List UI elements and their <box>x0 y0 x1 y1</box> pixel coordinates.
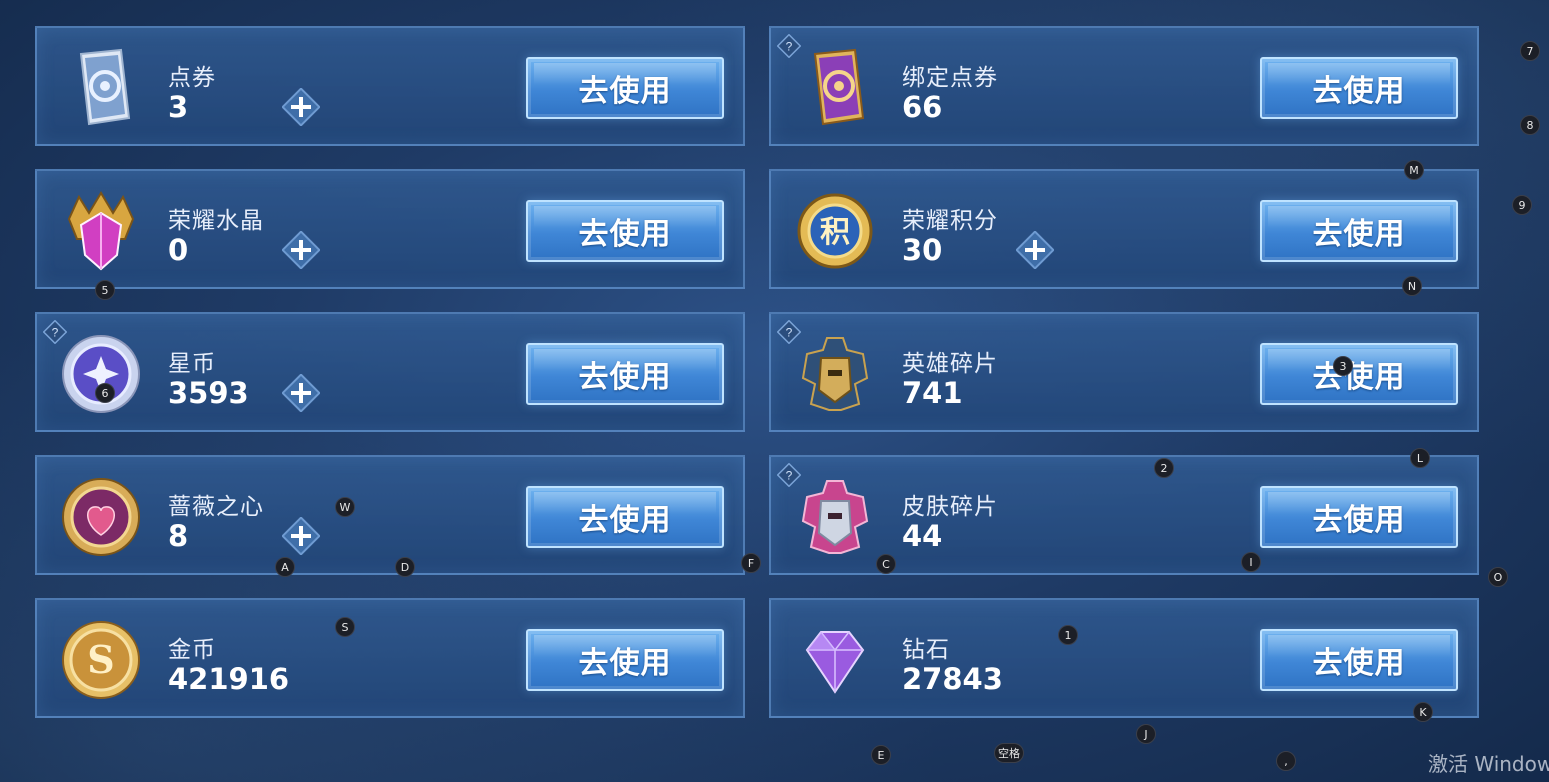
hotkey-hint: C <box>876 554 896 574</box>
use-button[interactable]: 去使用 <box>1260 57 1458 119</box>
currency-value: 3 <box>168 90 189 124</box>
currency-value: 0 <box>168 233 189 267</box>
hotkey-hint: 空格 <box>994 743 1024 763</box>
use-button[interactable]: 去使用 <box>1260 343 1458 405</box>
currency-card-hero-fragment: ? 英雄碎片 741 去使用 <box>769 312 1479 432</box>
currency-card-glory-crystal: 荣耀水晶 0 去使用 <box>35 169 745 289</box>
currency-label: 金币 <box>168 637 216 663</box>
rose-heart-icon <box>62 478 140 556</box>
currency-card-skin-fragment: ? 皮肤碎片 44 去使用 <box>769 455 1479 575</box>
use-button[interactable]: 去使用 <box>526 343 724 405</box>
currency-value: 8 <box>168 519 189 553</box>
use-button[interactable]: 去使用 <box>1260 200 1458 262</box>
plus-icon[interactable] <box>282 88 320 126</box>
svg-text:?: ? <box>786 40 793 54</box>
currency-value: 421916 <box>168 662 290 696</box>
currency-card-coupon: 点券 3 去使用 <box>35 26 745 146</box>
glory-points-icon: 积 <box>797 193 873 269</box>
plus-icon[interactable] <box>1016 231 1054 269</box>
currency-label: 荣耀水晶 <box>168 208 264 234</box>
hotkey-hint: E <box>871 745 891 765</box>
use-button[interactable]: 去使用 <box>526 57 724 119</box>
hotkey-hint: K <box>1413 702 1433 722</box>
hotkey-hint: 2 <box>1154 458 1174 478</box>
hotkey-hint: D <box>395 557 415 577</box>
activation-watermark: 激活 Window <box>1428 752 1549 776</box>
use-button[interactable]: 去使用 <box>526 200 724 262</box>
hotkey-hint: N <box>1402 276 1422 296</box>
svg-text:?: ? <box>786 326 793 340</box>
currency-value: 66 <box>902 90 943 124</box>
currency-label: 钻石 <box>902 637 950 663</box>
skin-fragment-icon <box>801 480 869 554</box>
currency-value: 3593 <box>168 376 249 410</box>
hotkey-hint: 8 <box>1520 115 1540 135</box>
plus-icon[interactable] <box>282 231 320 269</box>
currency-card-gold-coin: S 金币 421916 去使用 <box>35 598 745 718</box>
hotkey-hint: I <box>1241 552 1261 572</box>
hotkey-hint: W <box>335 497 355 517</box>
hotkey-hint: M <box>1404 160 1424 180</box>
svg-text:积: 积 <box>820 215 850 250</box>
currency-label: 绑定点券 <box>902 65 998 91</box>
currency-value: 27843 <box>902 662 1003 696</box>
hotkey-hint: 1 <box>1058 625 1078 645</box>
use-button[interactable]: 去使用 <box>1260 629 1458 691</box>
use-button[interactable]: 去使用 <box>526 486 724 548</box>
currency-value: 44 <box>902 519 943 553</box>
currency-card-glory-points: 积 荣耀积分 30 去使用 <box>769 169 1479 289</box>
hotkey-hint: 3 <box>1333 356 1353 376</box>
hotkey-hint: , <box>1276 751 1296 771</box>
hotkey-hint: F <box>741 553 761 573</box>
svg-text:S: S <box>87 637 114 682</box>
hotkey-hint: J <box>1136 724 1156 744</box>
hotkey-hint: O <box>1488 567 1508 587</box>
svg-text:?: ? <box>786 469 793 483</box>
currency-value: 30 <box>902 233 943 267</box>
hotkey-hint: 7 <box>1520 41 1540 61</box>
star-coin-icon <box>62 335 140 413</box>
currency-label: 蔷薇之心 <box>168 494 264 520</box>
currency-card-rose-heart: 蔷薇之心 8 去使用 <box>35 455 745 575</box>
hero-fragment-icon <box>801 337 869 411</box>
bound-coupon-card-icon <box>813 48 865 126</box>
hotkey-hint: 5 <box>95 280 115 300</box>
gold-coin-icon: S <box>62 621 140 699</box>
diamond-icon <box>805 631 865 694</box>
use-button[interactable]: 去使用 <box>526 629 724 691</box>
currency-label: 荣耀积分 <box>902 208 998 234</box>
glory-crystal-icon <box>67 191 135 271</box>
currency-label: 星币 <box>168 351 216 377</box>
coupon-card-icon <box>79 48 131 126</box>
hotkey-hint: 9 <box>1512 195 1532 215</box>
hotkey-hint: 6 <box>95 383 115 403</box>
currency-card-star-coin: ? 星币 3593 去使用 <box>35 312 745 432</box>
currency-card-bound-coupon: ? 绑定点券 66 去使用 <box>769 26 1479 146</box>
use-button[interactable]: 去使用 <box>1260 486 1458 548</box>
hotkey-hint: A <box>275 557 295 577</box>
currency-card-diamond: 钻石 27843 去使用 <box>769 598 1479 718</box>
currency-value: 741 <box>902 376 963 410</box>
currency-label: 点券 <box>168 65 216 91</box>
hotkey-hint: L <box>1410 448 1430 468</box>
currency-label: 皮肤碎片 <box>902 494 998 520</box>
hotkey-hint: S <box>335 617 355 637</box>
plus-icon[interactable] <box>282 517 320 555</box>
plus-icon[interactable] <box>282 374 320 412</box>
currency-label: 英雄碎片 <box>902 351 998 377</box>
svg-text:?: ? <box>52 326 59 340</box>
